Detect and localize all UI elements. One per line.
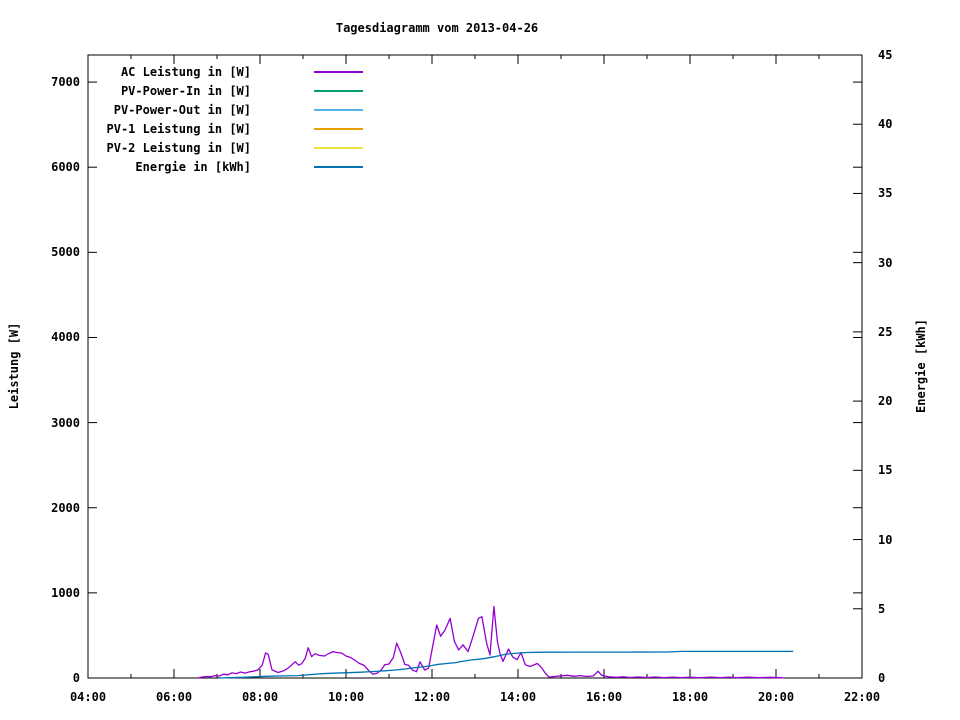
legend-label: PV-Power-Out in [W] [113, 102, 251, 117]
y-right-tick-label: 15 [878, 463, 893, 478]
x-tick-label: 04:00 [69, 690, 107, 704]
y-left-tick-label: 3000 [51, 415, 80, 430]
legend-line-sample [314, 165, 363, 168]
x-tick-label: 20:00 [757, 690, 795, 704]
series-curve-0 [197, 605, 785, 679]
y-right-tick-label: 20 [878, 394, 893, 409]
y-right-tick-label: 35 [878, 186, 893, 201]
y-left-tick-label: 0 [72, 671, 80, 685]
y-right-tick-label: 30 [878, 255, 893, 270]
legend-label: PV-Power-In in [W] [120, 83, 251, 98]
legend-label: PV-2 Leistung in [W] [106, 140, 252, 155]
x-tick-label: 06:00 [155, 690, 193, 704]
y-right-tick-label: 45 [878, 48, 893, 62]
legend-label: Energie in [kWh] [135, 159, 251, 174]
y-right-tick-label: 5 [878, 601, 886, 616]
y-left-tick-label: 2000 [51, 500, 80, 515]
legend-line-sample [314, 70, 363, 73]
legend-line-sample [314, 89, 363, 92]
y-right-tick-label: 0 [878, 671, 886, 685]
legend-line-sample [314, 146, 363, 149]
x-tick-label: 18:00 [671, 690, 709, 704]
x-tick-label: 22:00 [843, 690, 881, 704]
legend-line-sample [314, 127, 363, 130]
x-tick-label: 14:00 [499, 690, 537, 704]
x-tick-label: 08:00 [241, 690, 279, 704]
legend-label: AC Leistung in [W] [120, 64, 251, 79]
y-right-tick-label: 10 [878, 532, 893, 547]
y-left-tick-label: 1000 [51, 585, 80, 600]
y-right-tick-label: 25 [878, 324, 893, 339]
x-tick-label: 16:00 [585, 690, 623, 704]
legend-line-sample [314, 108, 363, 111]
x-tick-label: 10:00 [327, 690, 365, 704]
chart: Tagesdiagramm vom 2013-04-26 Leistung [W… [0, 0, 960, 720]
y-left-tick-label: 5000 [51, 245, 80, 260]
x-tick-label: 12:00 [413, 690, 451, 704]
y-right-tick-label: 40 [878, 117, 893, 132]
y-left-tick-label: 4000 [51, 330, 80, 345]
legend-label: PV-1 Leistung in [W] [106, 121, 252, 136]
